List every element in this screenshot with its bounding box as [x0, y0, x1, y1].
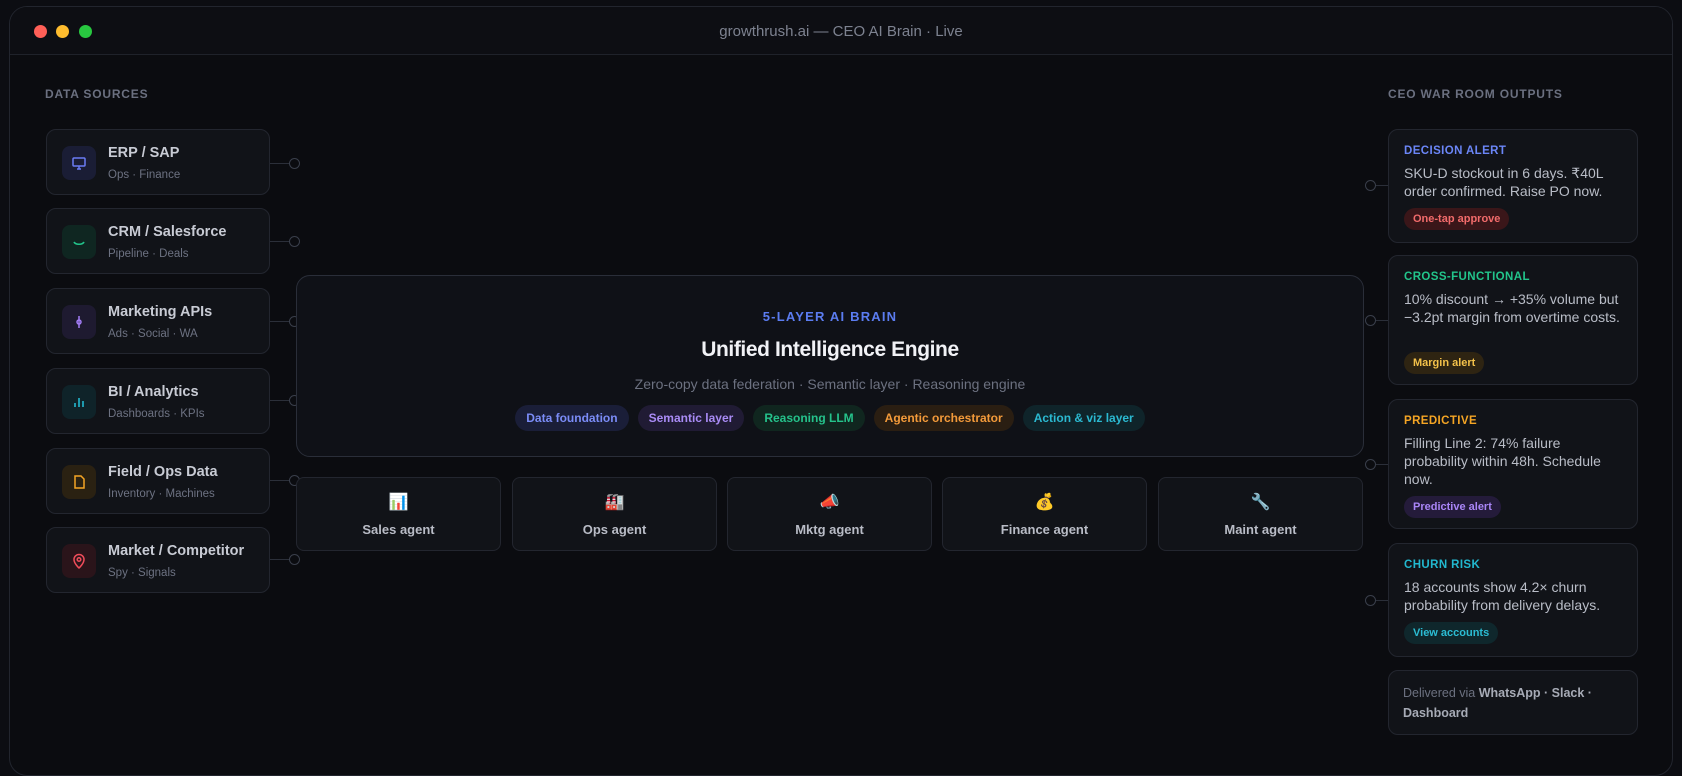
connector-node [289, 158, 300, 169]
output-action-button[interactable]: Margin alert [1404, 352, 1485, 374]
monitor-icon [62, 146, 96, 180]
layer-pill: Action & viz layer [1022, 405, 1145, 431]
output-text: SKU-D stockout in 6 days. ₹40L order con… [1404, 165, 1604, 199]
connector-line [270, 163, 290, 164]
connector-node [1365, 459, 1376, 470]
source-name: Field / Ops Data [108, 464, 218, 480]
factory-icon: 🏭 [604, 494, 625, 511]
engine-subtitle: Zero-copy data federation · Semantic lay… [634, 376, 1026, 392]
connector-line [270, 480, 290, 481]
output-action-button[interactable]: View accounts [1404, 622, 1499, 644]
source-card[interactable]: CRM / Salesforce Pipeline · Deals [46, 208, 270, 274]
pen-icon [62, 305, 96, 339]
outputs-heading: CEO WAR ROOM OUTPUTS [1388, 87, 1563, 101]
chart-icon: 📊 [388, 494, 409, 511]
layer-pill: Agentic orchestrator [873, 405, 1014, 431]
output-text: Filling Line 2: 74% failure probability … [1404, 435, 1601, 487]
source-subtitle: Ads · Social · WA [108, 328, 198, 340]
source-subtitle: Inventory · Machines [108, 488, 215, 500]
output-text: 10% discount → +35% volume but −3.2pt ma… [1404, 291, 1620, 325]
output-label: CHURN RISK [1404, 559, 1481, 571]
layer-pills: Data foundation Semantic layer Reasoning L… [297, 405, 1363, 431]
output-action-button[interactable]: One-tap approve [1404, 208, 1510, 230]
money-bag-icon: 💰 [1034, 494, 1055, 511]
connector-line [1376, 320, 1388, 321]
output-label: PREDICTIVE [1404, 415, 1478, 427]
source-subtitle: Dashboards · KPIs [108, 408, 205, 420]
agent-name: Mktg agent [795, 522, 864, 537]
output-text: 18 accounts show 4.2× churn probability … [1404, 579, 1601, 613]
delivered-prefix: Delivered via [1403, 686, 1476, 700]
agent-name: Finance agent [1000, 522, 1089, 537]
source-name: Marketing APIs [108, 304, 213, 320]
source-card[interactable]: Market / Competitor Spy · Signals [46, 527, 270, 593]
connector-node [289, 236, 300, 247]
source-subtitle: Ops · Finance [108, 169, 181, 181]
connector-node [289, 554, 300, 565]
megaphone-icon: 📣 [819, 494, 840, 511]
output-label: DECISION ALERT [1404, 145, 1507, 157]
wrench-icon: 🔧 [1250, 494, 1271, 511]
layer-pill: Reasoning LLM [753, 405, 865, 431]
agent-card[interactable]: 💰 Finance agent [942, 477, 1147, 551]
layer-pill: Semantic layer [637, 405, 745, 431]
connector-line [270, 400, 290, 401]
smile-icon [62, 225, 96, 259]
data-sources-heading: DATA SOURCES [45, 87, 149, 101]
connector-line [1376, 464, 1388, 465]
connector-line [1376, 600, 1388, 601]
file-icon [62, 465, 96, 499]
agent-name: Ops agent [582, 522, 647, 537]
connector-node [1365, 315, 1376, 326]
source-card[interactable]: Field / Ops Data Inventory · Machines [46, 448, 270, 514]
intelligence-engine-panel: 5-LAYER AI BRAIN Unified Intelligence En… [296, 275, 1364, 457]
agent-card[interactable]: 📊 Sales agent [296, 477, 501, 551]
connector-line [1376, 185, 1388, 186]
connector-node [1365, 180, 1376, 191]
output-card: CROSS-FUNCTIONAL 10% discount → +35% volu… [1388, 255, 1638, 385]
output-card: DECISION ALERT SKU-D stockout in 6 days. … [1388, 129, 1638, 243]
output-label: CROSS-FUNCTIONAL [1404, 271, 1530, 283]
connector-line [270, 559, 290, 560]
source-subtitle: Pipeline · Deals [108, 248, 189, 260]
output-card: PREDICTIVE Filling Line 2: 74% failure pr… [1388, 399, 1638, 529]
connector-line [270, 241, 290, 242]
agent-card[interactable]: 🔧 Maint agent [1158, 477, 1363, 551]
map-pin-icon [62, 544, 96, 578]
delivery-channels-note: Delivered via WhatsApp · Slack · Dashboa… [1388, 670, 1638, 735]
source-name: ERP / SAP [108, 145, 180, 161]
source-name: CRM / Salesforce [108, 224, 227, 240]
engine-title: Unified Intelligence Engine [701, 338, 959, 361]
agent-card[interactable]: 📣 Mktg agent [727, 477, 932, 551]
output-action-button[interactable]: Predictive alert [1404, 496, 1501, 518]
source-subtitle: Spy · Signals [108, 567, 176, 579]
window-title: growthrush.ai — CEO AI Brain · Live [719, 23, 963, 40]
title-bar: growthrush.ai — CEO AI Brain · Live [10, 7, 1672, 55]
source-name: Market / Competitor [108, 543, 245, 559]
output-card: CHURN RISK 18 accounts show 4.2× churn pr… [1388, 543, 1638, 657]
engine-label: 5-LAYER AI BRAIN [762, 309, 898, 324]
bar-chart-icon [62, 385, 96, 419]
agent-card[interactable]: 🏭 Ops agent [512, 477, 717, 551]
agent-name: Maint agent [1224, 522, 1297, 537]
connector-line [270, 321, 290, 322]
source-card[interactable]: ERP / SAP Ops · Finance [46, 129, 270, 195]
connector-node [1365, 595, 1376, 606]
agent-name: Sales agent [362, 522, 435, 537]
source-card[interactable]: Marketing APIs Ads · Social · WA [46, 288, 270, 354]
layer-pill: Data foundation [515, 405, 629, 431]
source-card[interactable]: BI / Analytics Dashboards · KPIs [46, 368, 270, 434]
source-name: BI / Analytics [108, 384, 199, 400]
app-window: growthrush.ai — CEO AI Brain · Live DATA… [9, 6, 1673, 776]
